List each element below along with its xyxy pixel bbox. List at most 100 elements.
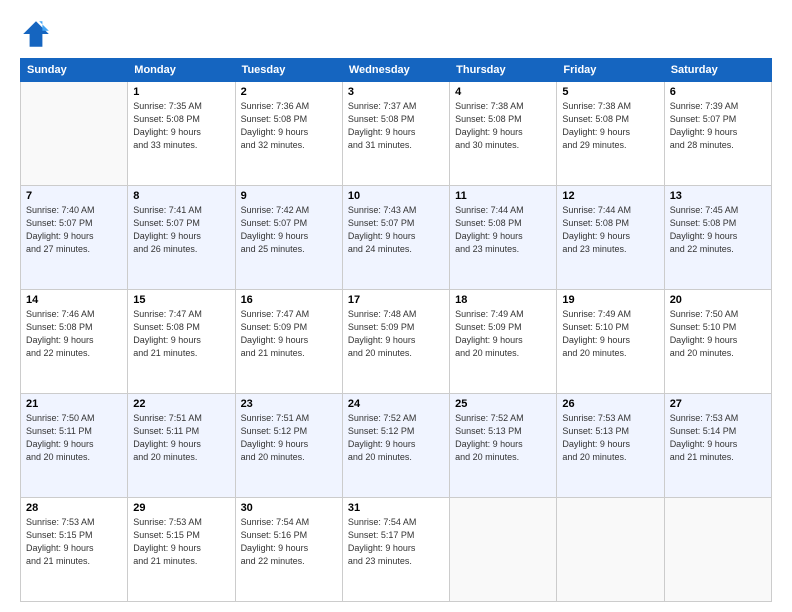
page: SundayMondayTuesdayWednesdayThursdayFrid…	[0, 0, 792, 612]
day-info: Sunrise: 7:35 AM Sunset: 5:08 PM Dayligh…	[133, 100, 229, 152]
header	[20, 18, 772, 50]
calendar-header-friday: Friday	[557, 59, 664, 82]
calendar-day-cell: 5Sunrise: 7:38 AM Sunset: 5:08 PM Daylig…	[557, 82, 664, 186]
calendar-header-saturday: Saturday	[664, 59, 771, 82]
day-number: 8	[133, 190, 229, 202]
day-number: 30	[241, 502, 337, 514]
day-number: 13	[670, 190, 766, 202]
calendar-day-cell	[664, 498, 771, 602]
calendar-day-cell: 9Sunrise: 7:42 AM Sunset: 5:07 PM Daylig…	[235, 186, 342, 290]
day-number: 23	[241, 398, 337, 410]
day-info: Sunrise: 7:51 AM Sunset: 5:11 PM Dayligh…	[133, 412, 229, 464]
calendar-day-cell: 14Sunrise: 7:46 AM Sunset: 5:08 PM Dayli…	[21, 290, 128, 394]
day-number: 12	[562, 190, 658, 202]
day-info: Sunrise: 7:54 AM Sunset: 5:17 PM Dayligh…	[348, 516, 444, 568]
day-number: 3	[348, 86, 444, 98]
day-number: 29	[133, 502, 229, 514]
calendar-day-cell: 27Sunrise: 7:53 AM Sunset: 5:14 PM Dayli…	[664, 394, 771, 498]
day-number: 16	[241, 294, 337, 306]
day-info: Sunrise: 7:52 AM Sunset: 5:13 PM Dayligh…	[455, 412, 551, 464]
day-number: 31	[348, 502, 444, 514]
calendar-day-cell: 4 Sunrise: 7:38 AM Sunset: 5:08 PM Daylig…	[450, 82, 557, 186]
calendar-day-cell: 21 Sunrise: 7:50 AM Sunset: 5:11 PM Dayli…	[21, 394, 128, 498]
calendar-day-cell: 24 Sunrise: 7:52 AM Sunset: 5:12 PM Dayli…	[342, 394, 449, 498]
calendar-table: SundayMondayTuesdayWednesdayThursdayFrid…	[20, 58, 772, 602]
calendar-day-cell: 28Sunrise: 7:53 AM Sunset: 5:15 PM Dayli…	[21, 498, 128, 602]
day-info: Sunrise: 7:40 AM Sunset: 5:07 PM Dayligh…	[26, 204, 122, 256]
day-number: 25	[455, 398, 551, 410]
calendar-header-sunday: Sunday	[21, 59, 128, 82]
day-info: Sunrise: 7:48 AM Sunset: 5:09 PM Dayligh…	[348, 308, 444, 360]
calendar-day-cell: 19Sunrise: 7:49 AM Sunset: 5:10 PM Dayli…	[557, 290, 664, 394]
calendar-day-cell	[450, 498, 557, 602]
day-info: Sunrise: 7:49 AM Sunset: 5:10 PM Dayligh…	[562, 308, 658, 360]
day-info: Sunrise: 7:52 AM Sunset: 5:12 PM Dayligh…	[348, 412, 444, 464]
calendar-day-cell: 12 Sunrise: 7:44 AM Sunset: 5:08 PM Dayli…	[557, 186, 664, 290]
day-number: 20	[670, 294, 766, 306]
calendar-day-cell: 13 Sunrise: 7:45 AM Sunset: 5:08 PM Dayli…	[664, 186, 771, 290]
day-info: Sunrise: 7:54 AM Sunset: 5:16 PM Dayligh…	[241, 516, 337, 568]
calendar-header-tuesday: Tuesday	[235, 59, 342, 82]
calendar-week-row: 14Sunrise: 7:46 AM Sunset: 5:08 PM Dayli…	[21, 290, 772, 394]
calendar-day-cell: 11Sunrise: 7:44 AM Sunset: 5:08 PM Dayli…	[450, 186, 557, 290]
day-number: 22	[133, 398, 229, 410]
calendar-day-cell: 6 Sunrise: 7:39 AM Sunset: 5:07 PM Daylig…	[664, 82, 771, 186]
calendar-day-cell	[557, 498, 664, 602]
day-number: 7	[26, 190, 122, 202]
day-info: Sunrise: 7:39 AM Sunset: 5:07 PM Dayligh…	[670, 100, 766, 152]
calendar-week-row: 1 Sunrise: 7:35 AM Sunset: 5:08 PM Daylig…	[21, 82, 772, 186]
calendar-day-cell: 31 Sunrise: 7:54 AM Sunset: 5:17 PM Dayli…	[342, 498, 449, 602]
day-info: Sunrise: 7:37 AM Sunset: 5:08 PM Dayligh…	[348, 100, 444, 152]
day-number: 28	[26, 502, 122, 514]
day-number: 17	[348, 294, 444, 306]
calendar-header-row: SundayMondayTuesdayWednesdayThursdayFrid…	[21, 59, 772, 82]
calendar-day-cell: 23Sunrise: 7:51 AM Sunset: 5:12 PM Dayli…	[235, 394, 342, 498]
day-number: 4	[455, 86, 551, 98]
day-info: Sunrise: 7:38 AM Sunset: 5:08 PM Dayligh…	[455, 100, 551, 152]
calendar-header-monday: Monday	[128, 59, 235, 82]
calendar-day-cell: 16 Sunrise: 7:47 AM Sunset: 5:09 PM Dayli…	[235, 290, 342, 394]
day-info: Sunrise: 7:49 AM Sunset: 5:09 PM Dayligh…	[455, 308, 551, 360]
day-info: Sunrise: 7:47 AM Sunset: 5:08 PM Dayligh…	[133, 308, 229, 360]
calendar-day-cell: 10Sunrise: 7:43 AM Sunset: 5:07 PM Dayli…	[342, 186, 449, 290]
calendar-day-cell: 26 Sunrise: 7:53 AM Sunset: 5:13 PM Dayli…	[557, 394, 664, 498]
day-number: 11	[455, 190, 551, 202]
calendar-day-cell: 7 Sunrise: 7:40 AM Sunset: 5:07 PM Daylig…	[21, 186, 128, 290]
day-number: 21	[26, 398, 122, 410]
calendar-day-cell: 1 Sunrise: 7:35 AM Sunset: 5:08 PM Daylig…	[128, 82, 235, 186]
day-info: Sunrise: 7:45 AM Sunset: 5:08 PM Dayligh…	[670, 204, 766, 256]
day-info: Sunrise: 7:42 AM Sunset: 5:07 PM Dayligh…	[241, 204, 337, 256]
day-info: Sunrise: 7:50 AM Sunset: 5:11 PM Dayligh…	[26, 412, 122, 464]
day-number: 26	[562, 398, 658, 410]
calendar-week-row: 28 Sunrise: 7:53 AM Sunset: 5:15 PM Dayli…	[21, 498, 772, 602]
calendar-header-wednesday: Wednesday	[342, 59, 449, 82]
day-info: Sunrise: 7:44 AM Sunset: 5:08 PM Dayligh…	[562, 204, 658, 256]
day-info: Sunrise: 7:36 AM Sunset: 5:08 PM Dayligh…	[241, 100, 337, 152]
day-number: 15	[133, 294, 229, 306]
day-number: 2	[241, 86, 337, 98]
day-number: 10	[348, 190, 444, 202]
calendar-day-cell: 3 Sunrise: 7:37 AM Sunset: 5:08 PM Daylig…	[342, 82, 449, 186]
day-info: Sunrise: 7:41 AM Sunset: 5:07 PM Dayligh…	[133, 204, 229, 256]
day-info: Sunrise: 7:53 AM Sunset: 5:14 PM Dayligh…	[670, 412, 766, 464]
day-number: 14	[26, 294, 122, 306]
day-info: Sunrise: 7:38 AM Sunset: 5:08 PM Dayligh…	[562, 100, 658, 152]
day-info: Sunrise: 7:53 AM Sunset: 5:15 PM Dayligh…	[133, 516, 229, 568]
calendar-day-cell: 20 Sunrise: 7:50 AM Sunset: 5:10 PM Dayli…	[664, 290, 771, 394]
calendar-day-cell: 22 Sunrise: 7:51 AM Sunset: 5:11 PM Dayli…	[128, 394, 235, 498]
calendar-day-cell: 8 Sunrise: 7:41 AM Sunset: 5:07 PM Daylig…	[128, 186, 235, 290]
calendar-day-cell: 30 Sunrise: 7:54 AM Sunset: 5:16 PM Dayli…	[235, 498, 342, 602]
day-info: Sunrise: 7:47 AM Sunset: 5:09 PM Dayligh…	[241, 308, 337, 360]
calendar-week-row: 7 Sunrise: 7:40 AM Sunset: 5:07 PM Daylig…	[21, 186, 772, 290]
day-number: 6	[670, 86, 766, 98]
day-info: Sunrise: 7:53 AM Sunset: 5:13 PM Dayligh…	[562, 412, 658, 464]
calendar-day-cell: 2 Sunrise: 7:36 AM Sunset: 5:08 PM Daylig…	[235, 82, 342, 186]
logo-icon	[20, 18, 52, 50]
day-number: 18	[455, 294, 551, 306]
calendar-day-cell: 15 Sunrise: 7:47 AM Sunset: 5:08 PM Dayli…	[128, 290, 235, 394]
logo	[20, 18, 56, 50]
day-number: 1	[133, 86, 229, 98]
day-number: 24	[348, 398, 444, 410]
calendar-day-cell: 25 Sunrise: 7:52 AM Sunset: 5:13 PM Dayli…	[450, 394, 557, 498]
day-info: Sunrise: 7:50 AM Sunset: 5:10 PM Dayligh…	[670, 308, 766, 360]
